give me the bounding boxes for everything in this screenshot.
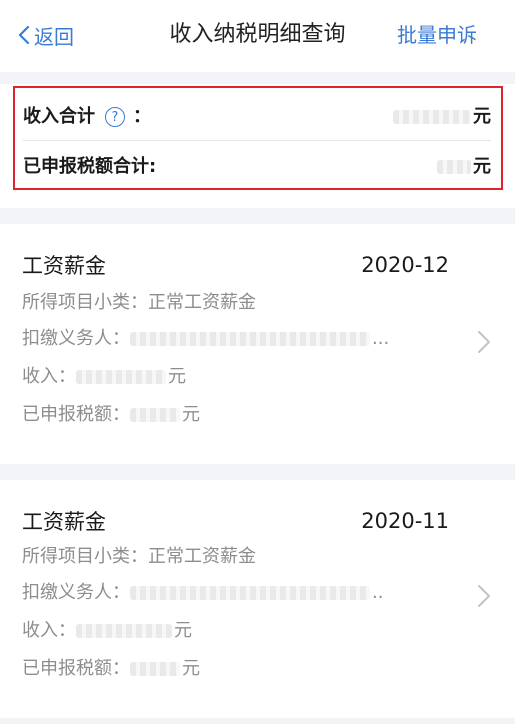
tax-total-value-redacted: [437, 160, 471, 174]
payer-suffix: ..: [372, 582, 384, 603]
payer-label: 扣缴义务人：: [22, 582, 130, 603]
subtype-value: 正常工资薪金: [148, 292, 256, 313]
tax-value-redacted: [130, 408, 180, 422]
tax-total-label: 已申报税额合计:: [23, 156, 157, 177]
tax-unit: 元: [182, 658, 200, 679]
tax-unit: 元: [182, 404, 200, 425]
record-payer-line: 扣缴义务人：...: [22, 324, 435, 354]
batch-appeal-button[interactable]: 批量申诉: [397, 20, 477, 50]
record-income-line: 收入： 元: [22, 616, 435, 646]
chevron-right-icon: [478, 585, 490, 607]
section-separator: [0, 208, 515, 224]
payer-name-redacted: [130, 586, 370, 600]
income-value-redacted: [76, 624, 172, 638]
record-period: 2020-11: [361, 509, 449, 533]
income-value-redacted: [76, 370, 166, 384]
tax-label: 已申报税额：: [22, 658, 130, 679]
income-record-card[interactable]: 工资薪金 2020-12 所得项目小类：正常工资薪金 扣缴义务人：... 收入：…: [0, 224, 515, 464]
tax-label: 已申报税额：: [22, 404, 130, 425]
record-category: 工资薪金: [22, 510, 106, 534]
section-separator: [0, 464, 515, 480]
payer-name-redacted: [130, 332, 370, 346]
chevron-right-icon: [478, 331, 490, 353]
income-total-colon: ：: [133, 106, 151, 127]
income-label: 收入：: [22, 366, 76, 387]
income-unit: 元: [174, 620, 192, 641]
income-label: 收入：: [22, 620, 76, 641]
income-record-card[interactable]: 工资薪金 2020-11 所得项目小类：正常工资薪金 扣缴义务人：.. 收入： 元…: [0, 480, 515, 718]
nav-bar: 返回 收入纳税明细查询 批量申诉: [0, 0, 515, 72]
income-total-label: 收入合计: [23, 106, 95, 127]
tax-value-redacted: [130, 662, 180, 676]
payer-suffix: ...: [372, 328, 390, 349]
subtype-label: 所得项目小类：: [22, 292, 148, 313]
summary-divider: [23, 140, 491, 141]
question-circle-icon[interactable]: ?: [105, 107, 125, 127]
subtype-label: 所得项目小类：: [22, 546, 148, 567]
record-header: 工资薪金 2020-11: [22, 504, 449, 538]
summary-panel: 收入合计? ： 元 已申报税额合计: 元: [0, 84, 515, 208]
record-header: 工资薪金 2020-12: [22, 248, 449, 282]
record-subtype-line: 所得项目小类：正常工资薪金: [22, 288, 435, 318]
record-tax-line: 已申报税额： 元: [22, 400, 435, 430]
income-total-row: 收入合计? ： 元: [23, 92, 491, 138]
record-payer-line: 扣缴义务人：..: [22, 578, 435, 608]
section-separator: [0, 72, 515, 84]
income-total-unit: 元: [473, 106, 491, 127]
income-total-value-redacted: [393, 110, 471, 124]
record-tax-line: 已申报税额： 元: [22, 654, 435, 684]
subtype-value: 正常工资薪金: [148, 546, 256, 567]
tax-total-unit: 元: [473, 156, 491, 177]
payer-label: 扣缴义务人：: [22, 328, 130, 349]
income-unit: 元: [168, 366, 186, 387]
record-category: 工资薪金: [22, 254, 106, 278]
record-period: 2020-12: [361, 253, 449, 277]
record-subtype-line: 所得项目小类：正常工资薪金: [22, 542, 435, 572]
record-income-line: 收入： 元: [22, 362, 435, 392]
tax-total-row: 已申报税额合计: 元: [23, 142, 491, 188]
